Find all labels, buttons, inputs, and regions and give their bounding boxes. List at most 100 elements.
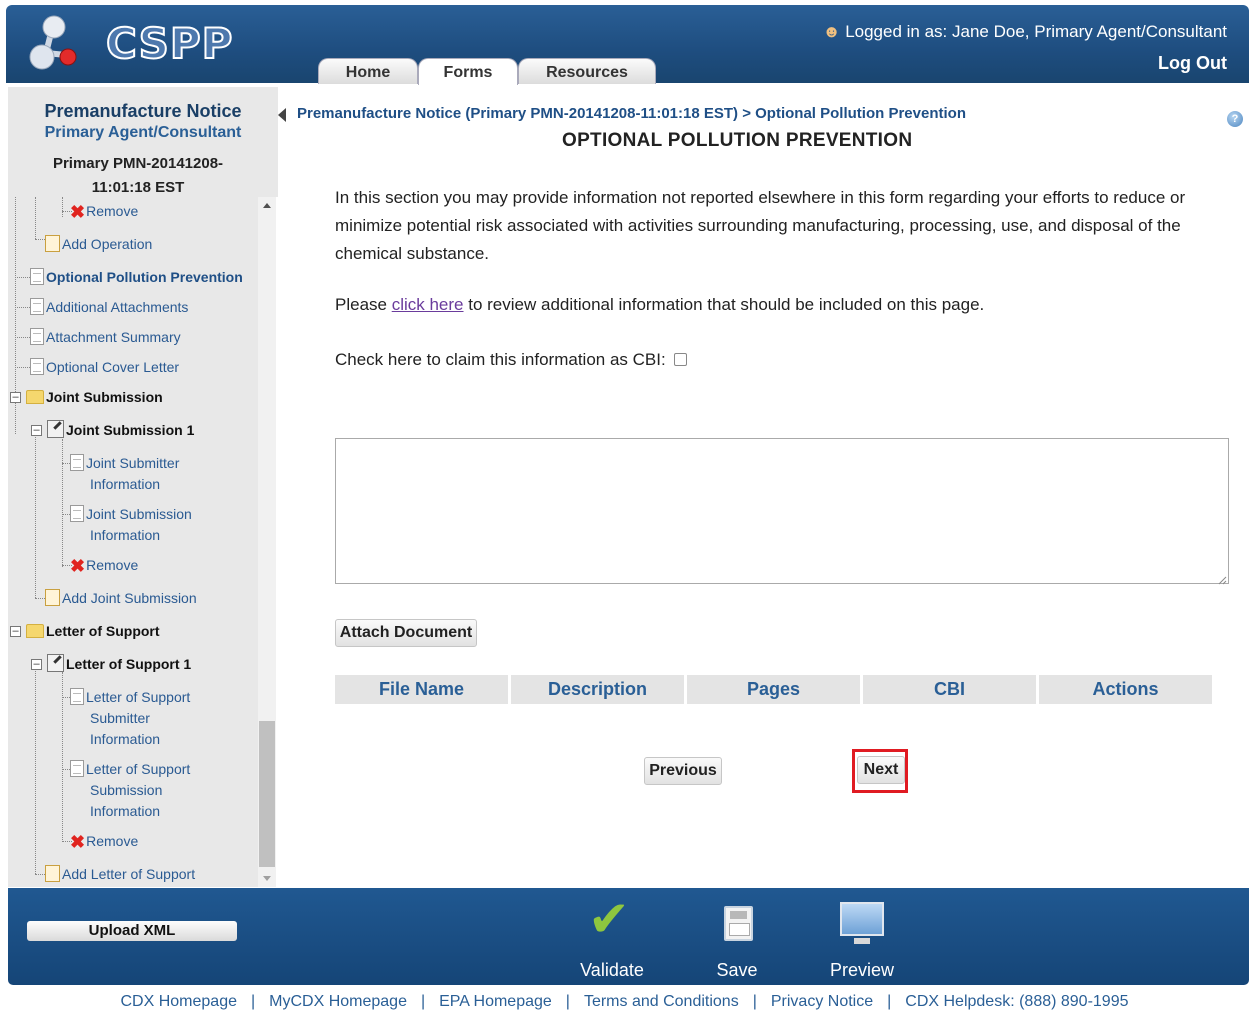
- intro-text: In this section you may provide informat…: [335, 188, 1186, 263]
- previous-button[interactable]: Previous: [644, 757, 722, 785]
- app-header: CSPP Home Forms Resources ☻ Logged in as…: [6, 5, 1249, 85]
- sidebar-title: Premanufacture Notice: [44, 101, 242, 121]
- login-info: ☻ Logged in as: Jane Doe, Primary Agent/…: [823, 22, 1227, 42]
- action-toolbar: Upload XML ✔ Validate Save Preview: [8, 888, 1249, 985]
- logged-in-label: Logged in as:: [845, 22, 948, 41]
- tree-optional-pollution-prevention[interactable]: Optional Pollution Prevention: [30, 267, 243, 288]
- tree-joint-submitter-information[interactable]: Joint Submitter Information: [70, 453, 179, 495]
- footer-links: CDX Homepage | MyCDX Homepage | EPA Homepage…: [120, 993, 1129, 1010]
- breadcrumb-parent[interactable]: Premanufacture Notice (Primary PMN-20141…: [297, 105, 738, 122]
- tree-add-letter-of-support[interactable]: Add Letter of Support: [45, 864, 195, 885]
- checkmark-icon: ✔: [588, 891, 630, 947]
- collapse-letter-of-support-1-icon[interactable]: –: [31, 659, 42, 670]
- column-pages: Pages: [687, 675, 860, 704]
- remove-icon: ✖: [70, 556, 86, 576]
- document-icon: [30, 298, 44, 315]
- remove-icon: ✖: [70, 832, 86, 852]
- tab-home[interactable]: Home: [318, 58, 418, 84]
- cspp-logo[interactable]: CSPP: [24, 13, 233, 77]
- edit-form-icon: [47, 420, 64, 438]
- navigation-tree: ✖Remove Add Operation Optional Pollution…: [8, 197, 258, 887]
- tree-letter-of-support-1[interactable]: Letter of Support 1: [47, 654, 191, 675]
- help-icon[interactable]: ?: [1227, 111, 1243, 127]
- document-icon: [30, 328, 44, 345]
- folder-icon: [26, 624, 44, 638]
- user-name: Jane Doe, Primary Agent/Consultant: [952, 22, 1227, 41]
- pollution-prevention-textarea[interactable]: [335, 438, 1229, 584]
- column-cbi: CBI: [863, 675, 1036, 704]
- tree-optional-cover-letter[interactable]: Optional Cover Letter: [30, 357, 179, 378]
- scroll-thumb[interactable]: [259, 721, 275, 867]
- add-document-icon: [45, 235, 60, 252]
- tree-letter-of-support[interactable]: Letter of Support: [26, 621, 160, 642]
- cdx-homepage-link[interactable]: CDX Homepage: [120, 993, 237, 1010]
- breadcrumb: Premanufacture Notice (Primary PMN-20141…: [297, 105, 966, 122]
- collapse-letter-of-support-icon[interactable]: –: [10, 626, 21, 637]
- add-document-icon: [45, 865, 60, 882]
- add-document-icon: [45, 589, 60, 606]
- document-icon: [70, 760, 84, 777]
- tree-additional-attachments[interactable]: Additional Attachments: [30, 297, 188, 318]
- click-here-link[interactable]: click here: [392, 295, 464, 314]
- remove-icon: ✖: [70, 202, 86, 222]
- logo-text: CSPP: [105, 18, 234, 69]
- scroll-up-icon[interactable]: [263, 203, 271, 208]
- attach-document-button[interactable]: Attach Document: [335, 619, 477, 647]
- cbi-checkbox[interactable]: [674, 353, 688, 366]
- sidebar-pmn: Primary PMN-20141208-11:01:18 EST: [52, 155, 224, 196]
- validate-label: Validate: [580, 960, 644, 980]
- collapse-joint-submission-icon[interactable]: –: [10, 392, 21, 403]
- attachments-table-header: File Name Description Pages CBI Actions: [335, 675, 1213, 704]
- tab-forms[interactable]: Forms: [418, 58, 518, 85]
- tree-los-submitter-information[interactable]: Letter of Support Submitter Information: [70, 687, 190, 750]
- textarea-resize-grip[interactable]: [1217, 572, 1227, 585]
- column-description: Description: [511, 675, 684, 704]
- tab-resources[interactable]: Resources: [518, 58, 656, 84]
- document-icon: [30, 268, 44, 285]
- terms-and-conditions-link[interactable]: Terms and Conditions: [584, 993, 739, 1010]
- molecule-icon: [29, 15, 77, 70]
- mycdx-homepage-link[interactable]: MyCDX Homepage: [269, 993, 407, 1010]
- user-icon: ☻: [822, 22, 841, 41]
- breadcrumb-separator: >: [742, 105, 751, 122]
- tree-joint-submission[interactable]: Joint Submission: [26, 387, 163, 408]
- tree-remove-operation[interactable]: ✖Remove: [70, 201, 138, 223]
- tree-remove-letter-of-support[interactable]: ✖Remove: [70, 831, 138, 853]
- floppy-disk-icon: [724, 906, 753, 941]
- tree-add-operation[interactable]: Add Operation: [45, 234, 152, 255]
- tree-joint-submission-information[interactable]: Joint Submission Information: [70, 504, 192, 546]
- edit-form-icon: [47, 654, 64, 672]
- sidebar-header: Premanufacture Notice Primary Agent/Cons…: [8, 87, 278, 197]
- breadcrumb-current: Optional Pollution Prevention: [755, 105, 966, 122]
- tree-joint-submission-1[interactable]: Joint Submission 1: [47, 420, 194, 441]
- preview-label: Preview: [829, 960, 895, 980]
- tree-add-joint-submission[interactable]: Add Joint Submission: [45, 588, 197, 609]
- epa-homepage-link[interactable]: EPA Homepage: [439, 993, 552, 1010]
- tree-attachment-summary[interactable]: Attachment Summary: [30, 327, 181, 348]
- document-icon: [30, 358, 44, 375]
- sidebar-scrollbar[interactable]: [258, 197, 276, 887]
- page-title: OPTIONAL POLLUTION PREVENTION: [562, 130, 913, 151]
- sidebar-role: Primary Agent/Consultant: [44, 124, 242, 141]
- cbi-label: Check here to claim this information as …: [335, 350, 666, 369]
- cbi-claim: Check here to claim this information as …: [335, 350, 688, 370]
- upload-xml-button[interactable]: Upload XML: [27, 921, 237, 941]
- next-button[interactable]: Next: [857, 756, 905, 784]
- review-info-line: Please click here to review additional i…: [335, 295, 985, 314]
- cdx-helpdesk-link[interactable]: CDX Helpdesk: (888) 890-1995: [905, 993, 1128, 1010]
- tree-los-submission-information[interactable]: Letter of Support Submission Information: [70, 759, 190, 822]
- document-icon: [70, 454, 84, 471]
- document-icon: [70, 505, 84, 522]
- tree-remove-joint-submission[interactable]: ✖Remove: [70, 555, 138, 577]
- document-icon: [70, 688, 84, 705]
- logout-link[interactable]: Log Out: [1158, 53, 1227, 74]
- save-label: Save: [716, 960, 758, 980]
- collapse-joint-submission-1-icon[interactable]: –: [31, 425, 42, 436]
- scroll-down-icon[interactable]: [263, 876, 271, 881]
- collapse-sidebar-icon[interactable]: [278, 108, 286, 122]
- column-file-name: File Name: [335, 675, 508, 704]
- monitor-icon: [840, 902, 884, 936]
- column-actions: Actions: [1039, 675, 1212, 704]
- folder-icon: [26, 390, 44, 404]
- privacy-notice-link[interactable]: Privacy Notice: [771, 993, 873, 1010]
